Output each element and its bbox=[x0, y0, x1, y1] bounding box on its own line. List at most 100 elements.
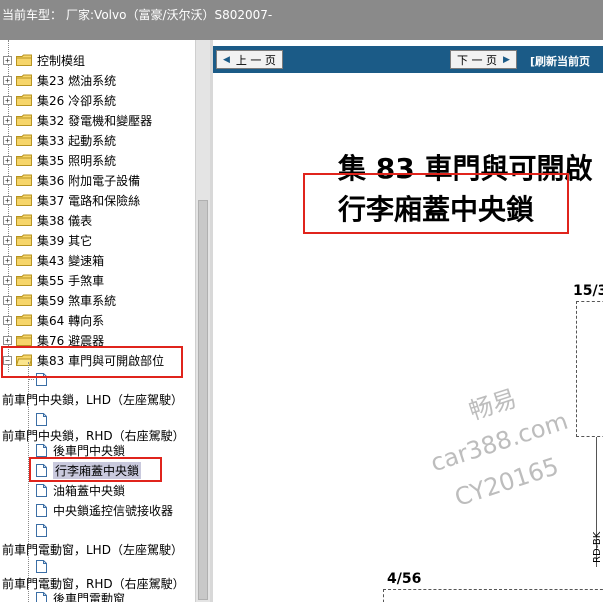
folder-icon bbox=[16, 134, 32, 146]
tree-child-doc[interactable] bbox=[30, 521, 53, 539]
expand-icon[interactable]: + bbox=[3, 195, 12, 205]
highlight-box bbox=[1, 346, 183, 378]
document-icon bbox=[36, 412, 47, 426]
tree-item-label: 後車門中央鎖 bbox=[53, 443, 126, 458]
title-bar: 当前车型： 厂家:Volvo（富豪/沃尔沃）S802007- bbox=[0, 0, 603, 40]
prev-label: 上 一 页 bbox=[235, 53, 276, 67]
tree-child-front-lhd[interactable]: 前車門中央鎖，LHD（左座駕駛） bbox=[2, 391, 183, 408]
tree-scrollbar[interactable] bbox=[195, 40, 210, 602]
folder-icon bbox=[16, 274, 32, 286]
document-icon bbox=[36, 559, 47, 573]
tree-item-label: 集37 電路和保險絲 bbox=[37, 193, 141, 208]
tree-item-33[interactable]: + 集33 起動系統 bbox=[3, 131, 116, 149]
title-prefix: 当前车型： bbox=[2, 8, 63, 22]
folder-icon bbox=[16, 294, 32, 306]
folder-icon bbox=[16, 194, 32, 206]
diagram-box bbox=[383, 589, 603, 602]
tree-item-39[interactable]: + 集39 其它 bbox=[3, 231, 92, 249]
arrow-right-icon: ▶ bbox=[503, 54, 510, 65]
expand-icon[interactable]: + bbox=[3, 215, 12, 225]
expand-icon[interactable]: + bbox=[3, 235, 12, 245]
next-label: 下 一 页 bbox=[457, 53, 497, 67]
folder-icon bbox=[16, 334, 32, 346]
tree-item-label: 集39 其它 bbox=[37, 233, 93, 248]
tree-item-38[interactable]: + 集38 儀表 bbox=[3, 211, 92, 229]
tree-item-55[interactable]: + 集55 手煞車 bbox=[3, 271, 104, 289]
expand-icon[interactable]: + bbox=[3, 75, 12, 85]
expand-icon[interactable]: + bbox=[3, 295, 12, 305]
expand-icon[interactable]: + bbox=[3, 135, 12, 145]
tree-child-doc[interactable] bbox=[30, 557, 53, 575]
tree-child-rear-window[interactable]: 後車門電動窗 bbox=[30, 589, 125, 602]
folder-icon bbox=[16, 74, 32, 86]
document-view: 集 83 車門與可開啟 行李廂蓋中央鎖 15/3 RD-BK 4/56 畅易 c… bbox=[213, 73, 603, 602]
tree-item-label: 集64 轉向系 bbox=[37, 313, 105, 328]
diagram-box bbox=[576, 301, 603, 437]
document-icon bbox=[36, 503, 47, 517]
wire-label: RD-BK bbox=[592, 531, 603, 563]
expand-icon[interactable]: + bbox=[3, 55, 12, 65]
folder-icon bbox=[16, 54, 32, 66]
expand-icon[interactable]: + bbox=[3, 315, 12, 325]
title-model: 厂家:Volvo（富豪/沃尔沃）S802007- bbox=[66, 8, 273, 22]
tree-item-label: 中央鎖遙控信號接收器 bbox=[53, 503, 174, 518]
folder-icon bbox=[16, 314, 32, 326]
tree-item-label: 集43 變速箱 bbox=[37, 253, 105, 268]
folder-icon bbox=[16, 234, 32, 246]
tree-item-59[interactable]: + 集59 煞車系統 bbox=[3, 291, 116, 309]
page-reference: 4/56 bbox=[387, 571, 422, 587]
folder-icon bbox=[16, 174, 32, 186]
folder-icon bbox=[16, 214, 32, 226]
category-tree[interactable]: + 控制模组 + 集23 燃油系统 + 集26 冷卻系統 + 集32 發電機和變… bbox=[0, 40, 195, 602]
tree-item-label: 集26 冷卻系統 bbox=[37, 93, 117, 108]
expand-icon[interactable]: + bbox=[3, 255, 12, 265]
arrow-left-icon: ◀ bbox=[223, 54, 230, 65]
highlight-box bbox=[29, 457, 162, 482]
expand-icon[interactable]: + bbox=[3, 115, 12, 125]
refresh-link[interactable]: [刷新当前页 bbox=[530, 53, 590, 69]
folder-icon bbox=[16, 154, 32, 166]
expand-icon[interactable]: + bbox=[3, 275, 12, 285]
expand-icon[interactable]: + bbox=[3, 175, 12, 185]
tree-item-label: 集35 照明系統 bbox=[37, 153, 117, 168]
tree-item-label: 後車門電動窗 bbox=[53, 591, 126, 602]
tree-item-label: 集33 起動系統 bbox=[37, 133, 117, 148]
tree-child-remote-receiver[interactable]: 中央鎖遙控信號接收器 bbox=[30, 501, 173, 519]
folder-icon bbox=[16, 94, 32, 106]
tree-item-37[interactable]: + 集37 電路和保險絲 bbox=[3, 191, 140, 209]
next-page-button[interactable]: 下 一 页 ▶ bbox=[450, 50, 517, 69]
tree-child-doc[interactable] bbox=[30, 410, 53, 428]
folder-icon bbox=[16, 254, 32, 266]
document-icon bbox=[36, 591, 47, 602]
tree-child-fuel-lock[interactable]: 油箱蓋中央鎖 bbox=[30, 481, 125, 499]
document-icon bbox=[36, 483, 47, 497]
tree-item-64[interactable]: + 集64 轉向系 bbox=[3, 311, 104, 329]
tree-item-label: 油箱蓋中央鎖 bbox=[53, 483, 126, 498]
title-highlight-box bbox=[303, 173, 569, 234]
tree-item-26[interactable]: + 集26 冷卻系統 bbox=[3, 91, 116, 109]
tree-item-23[interactable]: + 集23 燃油系统 bbox=[3, 71, 116, 89]
tree-item-label: 集32 發電機和變壓器 bbox=[37, 113, 153, 128]
tree-item-32[interactable]: + 集32 發電機和變壓器 bbox=[3, 111, 152, 129]
scrollbar-thumb[interactable] bbox=[198, 200, 208, 600]
tree-item-label: 集59 煞車系統 bbox=[37, 293, 117, 308]
tree-item-label: 集23 燃油系统 bbox=[37, 73, 117, 88]
prev-page-button[interactable]: ◀ 上 一 页 bbox=[216, 50, 283, 69]
expand-icon[interactable]: + bbox=[3, 335, 12, 345]
watermark-text: 畅易 bbox=[465, 384, 520, 426]
tree-item-label: 集36 附加電子設備 bbox=[37, 173, 141, 188]
expand-icon[interactable]: + bbox=[3, 155, 12, 165]
tree-item-43[interactable]: + 集43 變速箱 bbox=[3, 251, 104, 269]
doc-toolbar: ◀ 上 一 页 下 一 页 ▶ [刷新当前页 bbox=[213, 46, 603, 73]
tree-child-window-lhd[interactable]: 前車門電動窗，LHD（左座駕駛） bbox=[2, 541, 183, 558]
folder-icon bbox=[16, 114, 32, 126]
expand-icon[interactable]: + bbox=[3, 95, 12, 105]
tree-item-control-modules[interactable]: + 控制模组 bbox=[3, 51, 85, 69]
page-reference: 15/3 bbox=[573, 283, 603, 299]
tree-item-35[interactable]: + 集35 照明系統 bbox=[3, 151, 116, 169]
tree-item-label: 集38 儀表 bbox=[37, 213, 93, 228]
tree-item-label: 控制模组 bbox=[37, 53, 86, 68]
document-icon bbox=[36, 523, 47, 537]
tree-item-36[interactable]: + 集36 附加電子設備 bbox=[3, 171, 140, 189]
document-icon bbox=[36, 443, 47, 457]
